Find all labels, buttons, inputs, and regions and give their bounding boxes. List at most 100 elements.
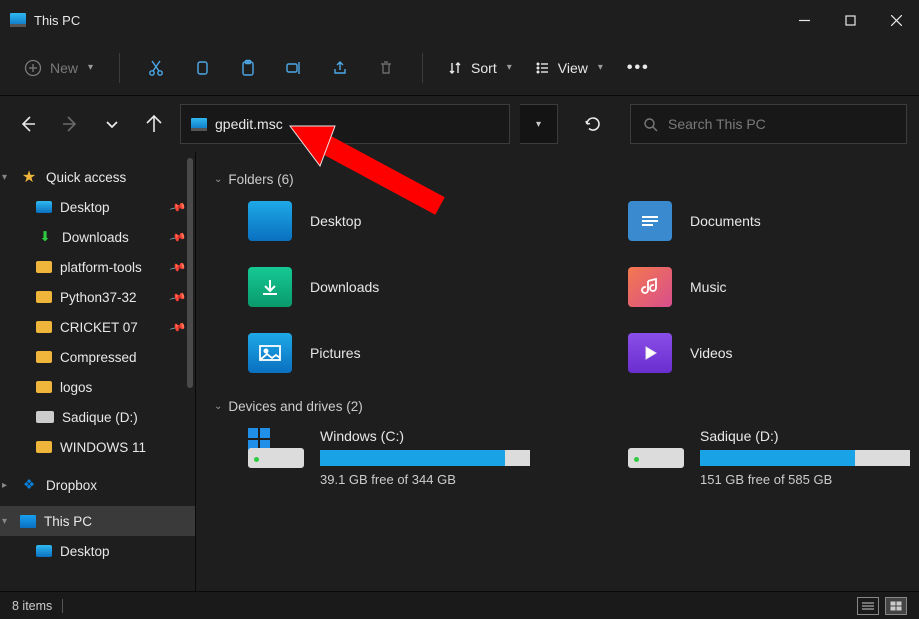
folder-label: Music (690, 279, 727, 295)
address-input[interactable] (215, 116, 499, 132)
folder-icon (36, 381, 52, 393)
sidebar-item-compressed[interactable]: Compressed (0, 342, 195, 372)
section-label: Folders (6) (228, 172, 293, 187)
videos-folder-icon (628, 333, 672, 373)
sidebar-item-platform-tools[interactable]: platform-tools 📌 (0, 252, 195, 282)
folder-downloads[interactable]: Downloads (248, 267, 568, 307)
rename-icon[interactable] (274, 48, 314, 88)
sidebar-dropbox[interactable]: ▸ ❖ Dropbox (0, 470, 195, 500)
nav-sidebar: ▾ ★ Quick access Desktop 📌 ⬇ Downloads 📌… (0, 152, 196, 591)
minimize-button[interactable] (781, 0, 827, 40)
section-folders-header[interactable]: ⌄ Folders (6) (214, 172, 897, 187)
sidebar-item-python37[interactable]: Python37-32 📌 (0, 282, 195, 312)
folder-videos[interactable]: Videos (628, 333, 919, 373)
drive-usage-bar (320, 450, 530, 466)
chevron-down-icon: ⌄ (214, 174, 222, 185)
drive-windows-c[interactable]: Windows (C:) 39.1 GB free of 344 GB (248, 428, 568, 487)
recent-locations-button[interactable] (96, 108, 128, 140)
refresh-button[interactable] (574, 104, 612, 144)
view-button[interactable]: View ▾ (526, 54, 611, 82)
drive-sadique-d[interactable]: Sadique (D:) 151 GB free of 585 GB (628, 428, 919, 487)
maximize-button[interactable] (827, 0, 873, 40)
sidebar-item-windows11[interactable]: WINDOWS 11 (0, 432, 195, 462)
sidebar-this-pc[interactable]: ▾ This PC (0, 506, 195, 536)
sidebar-label: Python37-32 (60, 290, 137, 305)
pin-icon: 📌 (169, 228, 187, 246)
folder-icon (36, 441, 52, 453)
status-bar: 8 items (0, 591, 919, 619)
sidebar-item-sadique-d[interactable]: Sadique (D:) (0, 402, 195, 432)
folder-label: Downloads (310, 279, 379, 295)
details-view-button[interactable] (857, 597, 879, 615)
address-history-button[interactable]: ▾ (520, 104, 558, 144)
dropbox-icon: ❖ (20, 476, 38, 494)
folder-pictures[interactable]: Pictures (248, 333, 568, 373)
folder-label: Videos (690, 345, 733, 361)
music-folder-icon (628, 267, 672, 307)
sidebar-label: logos (60, 380, 92, 395)
separator (422, 53, 423, 83)
sort-button[interactable]: Sort ▾ (439, 54, 520, 82)
folder-icon (36, 351, 52, 363)
content-area: ⌄ Folders (6) Desktop Documents Download… (196, 152, 919, 591)
folder-label: Documents (690, 213, 761, 229)
paste-icon[interactable] (228, 48, 268, 88)
folders-grid: Desktop Documents Downloads Music (248, 201, 897, 373)
drive-usage-bar (700, 450, 910, 466)
sidebar-label: Compressed (60, 350, 137, 365)
sidebar-label: Dropbox (46, 478, 97, 493)
window-title: This PC (34, 13, 80, 28)
back-button[interactable] (12, 108, 44, 140)
windows-logo-icon (248, 428, 270, 450)
status-item-count: 8 items (12, 599, 52, 613)
copy-icon[interactable] (182, 48, 222, 88)
this-pc-icon (191, 118, 207, 131)
folder-icon (36, 321, 52, 333)
section-drives-header[interactable]: ⌄ Devices and drives (2) (214, 399, 897, 414)
window-controls (781, 0, 919, 40)
chevron-down-icon: ⌄ (214, 401, 222, 412)
sidebar-label: Sadique (D:) (62, 410, 138, 425)
close-button[interactable] (873, 0, 919, 40)
icons-view-button[interactable] (885, 597, 907, 615)
forward-button[interactable] (54, 108, 86, 140)
folder-desktop[interactable]: Desktop (248, 201, 568, 241)
documents-folder-icon (628, 201, 672, 241)
sidebar-item-desktop-sub[interactable]: Desktop (0, 536, 195, 566)
separator (119, 53, 120, 83)
new-label: New (50, 60, 78, 76)
drive-info: Windows (C:) 39.1 GB free of 344 GB (320, 428, 568, 487)
folder-documents[interactable]: Documents (628, 201, 919, 241)
up-button[interactable] (138, 108, 170, 140)
address-bar[interactable] (180, 104, 510, 144)
search-input[interactable] (668, 116, 894, 132)
folder-label: Pictures (310, 345, 361, 361)
this-pc-icon (10, 13, 26, 27)
separator (62, 599, 63, 613)
sidebar-item-logos[interactable]: logos (0, 372, 195, 402)
sidebar-item-downloads[interactable]: ⬇ Downloads 📌 (0, 222, 195, 252)
view-label: View (558, 60, 588, 76)
sidebar-label: Downloads (62, 230, 129, 245)
drive-icon (248, 428, 304, 468)
sidebar-item-cricket07[interactable]: CRICKET 07 📌 (0, 312, 195, 342)
sidebar-label: WINDOWS 11 (60, 440, 146, 455)
share-icon[interactable] (320, 48, 360, 88)
delete-icon[interactable] (366, 48, 406, 88)
new-button[interactable]: New ▾ (14, 53, 103, 83)
pictures-folder-icon (248, 333, 292, 373)
more-button[interactable]: ••• (617, 59, 660, 77)
sidebar-item-desktop[interactable]: Desktop 📌 (0, 192, 195, 222)
pin-icon: 📌 (169, 258, 187, 276)
sidebar-quick-access[interactable]: ▾ ★ Quick access (0, 162, 195, 192)
desktop-icon (36, 201, 52, 213)
this-pc-icon (20, 515, 36, 528)
folder-music[interactable]: Music (628, 267, 919, 307)
sidebar-label: platform-tools (60, 260, 142, 275)
downloads-folder-icon (248, 267, 292, 307)
chevron-down-icon: ▾ (2, 516, 7, 527)
navigation-row: ▾ (0, 96, 919, 152)
cut-icon[interactable] (136, 48, 176, 88)
search-box[interactable] (630, 104, 907, 144)
toolbar: New ▾ Sort ▾ View ▾ ••• (0, 40, 919, 96)
